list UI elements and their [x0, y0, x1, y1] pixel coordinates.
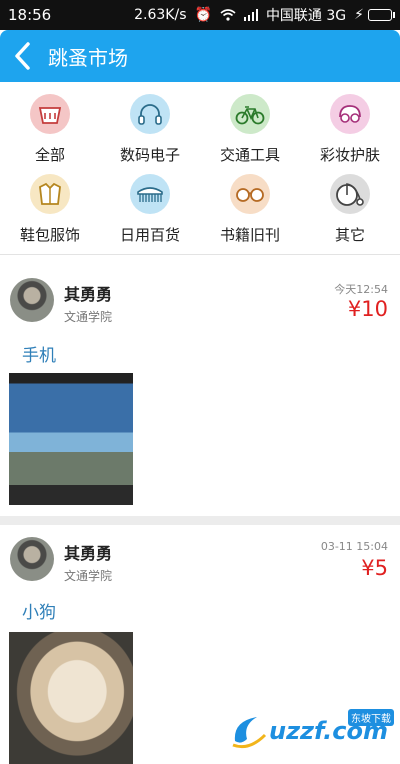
- category-books[interactable]: 书籍旧刊: [200, 168, 300, 248]
- user-name: 其勇勇: [64, 544, 113, 563]
- status-time: 18:56: [8, 6, 52, 24]
- divider: [0, 516, 400, 525]
- page-title: 跳蚤市场: [48, 45, 128, 70]
- bicycle-icon: [230, 94, 270, 134]
- watermark-subtext: 东坡下载: [348, 708, 394, 726]
- glasses-icon: [230, 174, 270, 214]
- penny-farthing-icon: [330, 174, 370, 214]
- post-title: 手机: [22, 346, 56, 366]
- battery-icon: [368, 9, 395, 21]
- category-other[interactable]: 其它: [300, 168, 400, 248]
- post-photo[interactable]: [9, 373, 133, 505]
- user-name: 其勇勇: [64, 285, 113, 304]
- category-label: 鞋包服饰: [19, 226, 80, 244]
- category-label: 数码电子: [119, 146, 180, 164]
- category-label: 其它: [334, 226, 365, 244]
- carrier-label: 中国联通 3G: [265, 8, 347, 24]
- user-school: 文通学院: [64, 310, 113, 324]
- category-label: 全部: [34, 146, 65, 164]
- wifi-icon: [220, 9, 236, 21]
- category-digital[interactable]: 数码电子: [100, 88, 200, 168]
- comb-icon: [130, 174, 170, 214]
- post-price: ¥5: [361, 556, 388, 580]
- headphones-icon: [130, 94, 170, 134]
- app-header: 跳蚤市场: [0, 30, 400, 82]
- network-speed: 2.63K/s: [134, 7, 187, 23]
- cosmetics-icon: [330, 94, 370, 134]
- back-button[interactable]: [0, 30, 44, 82]
- basket-icon: [30, 94, 70, 134]
- category-daily[interactable]: 日用百货: [100, 168, 200, 248]
- category-label: 日用百货: [119, 226, 180, 244]
- watermark-logo: uzzf.com 东坡下载: [229, 708, 394, 751]
- post-price: ¥10: [347, 297, 388, 321]
- category-transport[interactable]: 交通工具: [200, 88, 300, 168]
- post-time: 03-11 15:04: [320, 540, 388, 553]
- category-clothing[interactable]: 鞋包服饰: [0, 168, 100, 248]
- category-grid: 全部 数码电子 交通工具 彩妆护肤 鞋包服饰 日用百货 书籍旧刊 其它: [0, 82, 400, 255]
- status-bar: 18:56 2.63K/s ⏰ 中国联通 3G ⚡: [0, 0, 400, 30]
- post-time: 今天12:54: [334, 283, 388, 296]
- category-label: 交通工具: [219, 146, 280, 164]
- category-label: 彩妆护肤: [319, 146, 380, 164]
- chevron-left-icon: [15, 42, 30, 70]
- post-card[interactable]: 其勇勇 文通学院 今天12:54 ¥10 手机: [0, 266, 400, 516]
- avatar[interactable]: [10, 537, 54, 581]
- signal-icon: [243, 9, 258, 21]
- post-title: 小狗: [22, 603, 56, 623]
- user-school: 文通学院: [64, 569, 113, 583]
- watermark-swoosh-icon: [232, 717, 267, 749]
- jacket-icon: [30, 174, 70, 214]
- alarm-icon: ⏰: [194, 7, 212, 23]
- category-all[interactable]: 全部: [0, 88, 100, 168]
- avatar[interactable]: [10, 278, 54, 322]
- category-label: 书籍旧刊: [219, 226, 280, 244]
- charging-icon: ⚡: [354, 7, 364, 23]
- category-cosmetics[interactable]: 彩妆护肤: [300, 88, 400, 168]
- post-photo[interactable]: [9, 632, 133, 764]
